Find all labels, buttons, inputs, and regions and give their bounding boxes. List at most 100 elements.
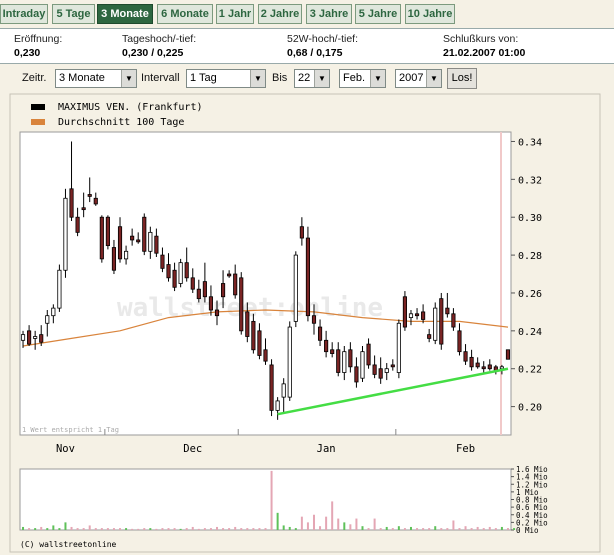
zeitraum-select[interactable]: 3 Monate ▼ [55,69,137,88]
day-select[interactable]: 22 ▼ [294,69,330,88]
stat-schlusskurs: Schlußkurs von: 21.02.2007 01:00 [443,32,525,60]
volume-bar [458,528,461,530]
volume-bar [106,528,109,530]
intervall-label: Intervall [141,72,180,84]
watermark: wallstreet:online [117,293,383,323]
candle-body [245,311,250,337]
tab-5-jahre[interactable]: 5 Jahre [355,4,401,24]
volume-bar [312,514,315,530]
volume-tick-label: 0 Mio [516,526,539,535]
tab-6-monate[interactable]: 6 Monate [157,4,213,24]
y-tick-label: 0.34 [518,137,542,148]
volume-bar [209,528,212,530]
volume-bar [367,528,370,530]
candle-body [324,339,329,353]
candle-body [75,216,80,233]
volume-bar [216,526,219,530]
chart-area: MAXIMUS VEN. (Frankfurt) Durchschnitt 100… [0,92,614,555]
volume-bar [337,518,340,530]
y-tick-label: 0.24 [518,327,542,338]
candle-body [93,197,98,205]
volume-bar [470,528,473,530]
candle [99,215,104,263]
y-tick-label: 0.22 [518,365,542,376]
bis-label: Bis [272,72,288,84]
x-tick-label: Nov [56,443,75,455]
tab-10-jahre[interactable]: 10 Jahre [405,4,455,24]
candle-body [148,231,153,252]
zeitraum-value: 3 Monate [59,72,105,84]
tab-5-tage[interactable]: 5 Tage [52,4,95,24]
candle [178,258,183,288]
candle-body [208,296,214,311]
stat-eroeffnung: Eröffnung: 0,230 [14,32,62,60]
candle-body [33,336,38,339]
candle-body [505,349,511,360]
volume-bar [288,526,291,530]
los-button[interactable]: Los! [447,68,477,89]
volume-bar [403,528,406,530]
volume-bar [276,512,279,530]
volume-bar [258,528,261,530]
tab-2-jahre[interactable]: 2 Jahre [258,4,302,24]
tab-1-jahr[interactable]: 1 Jahr [216,4,254,24]
candle-body [136,239,141,243]
candle-body [172,269,177,288]
candle-body [39,334,44,343]
candle-body [330,349,335,354]
candle-body [439,298,444,345]
volume-bar [234,526,237,530]
volume-bar [500,526,503,530]
candle-body [239,277,244,332]
month-select[interactable]: Feb. ▼ [339,69,386,88]
y-tick-label: 0.32 [518,175,542,186]
candle-body [317,326,323,341]
year-select[interactable]: 2007 ▼ [395,69,442,88]
candle-body [142,216,147,252]
candle [63,188,68,278]
candle-body [45,315,50,324]
volume-bar [222,528,225,530]
volume-bar [513,528,516,530]
candle-body [487,364,492,370]
candle-body [408,313,414,318]
candle-body [27,330,32,345]
volume-bar [197,528,200,530]
volume-bar [416,528,419,530]
candle-body [99,216,104,260]
volume-bar [270,470,273,530]
volume-bar [246,528,249,530]
candle [402,291,407,331]
candle [287,321,292,401]
tab-3-jahre[interactable]: 3 Jahre [306,4,352,24]
candle-body [202,281,207,298]
volume-bar [149,528,152,530]
stat-value: 0,230 / 0,225 [122,47,184,59]
candle-body [445,307,450,315]
candle-body [384,368,389,373]
chart-controls: Zeitr. 3 Monate ▼ Intervall 1 Tag ▼ Bis … [0,68,614,90]
tab-intraday[interactable]: Intraday [0,4,48,24]
candle-body [57,269,62,309]
price-plot-area [19,131,512,436]
volume-bar [294,528,297,530]
candle-body [257,330,262,356]
stat-label: 52W-hoch/-tief: [287,33,359,45]
volume-bar [155,528,158,530]
chevron-down-icon: ▼ [250,70,265,87]
volume-bar [476,526,479,530]
candle-body [481,366,486,370]
candle-body [293,254,298,322]
volume-plot-area [19,468,512,531]
volume-bar [167,528,170,530]
volume-bar [494,528,497,530]
candle-body [457,330,462,353]
stat-label: Tageshoch/-tief: [122,33,197,45]
tab-3-monate[interactable]: 3 Monate [97,4,153,24]
volume-bar [179,528,182,530]
candle-body [427,334,432,339]
quote-stats-bar: Eröffnung: 0,230 Tageshoch/-tief: 0,230 … [0,28,614,64]
candle-body [166,264,171,279]
volume-bar [52,525,55,530]
intervall-select[interactable]: 1 Tag ▼ [186,69,266,88]
